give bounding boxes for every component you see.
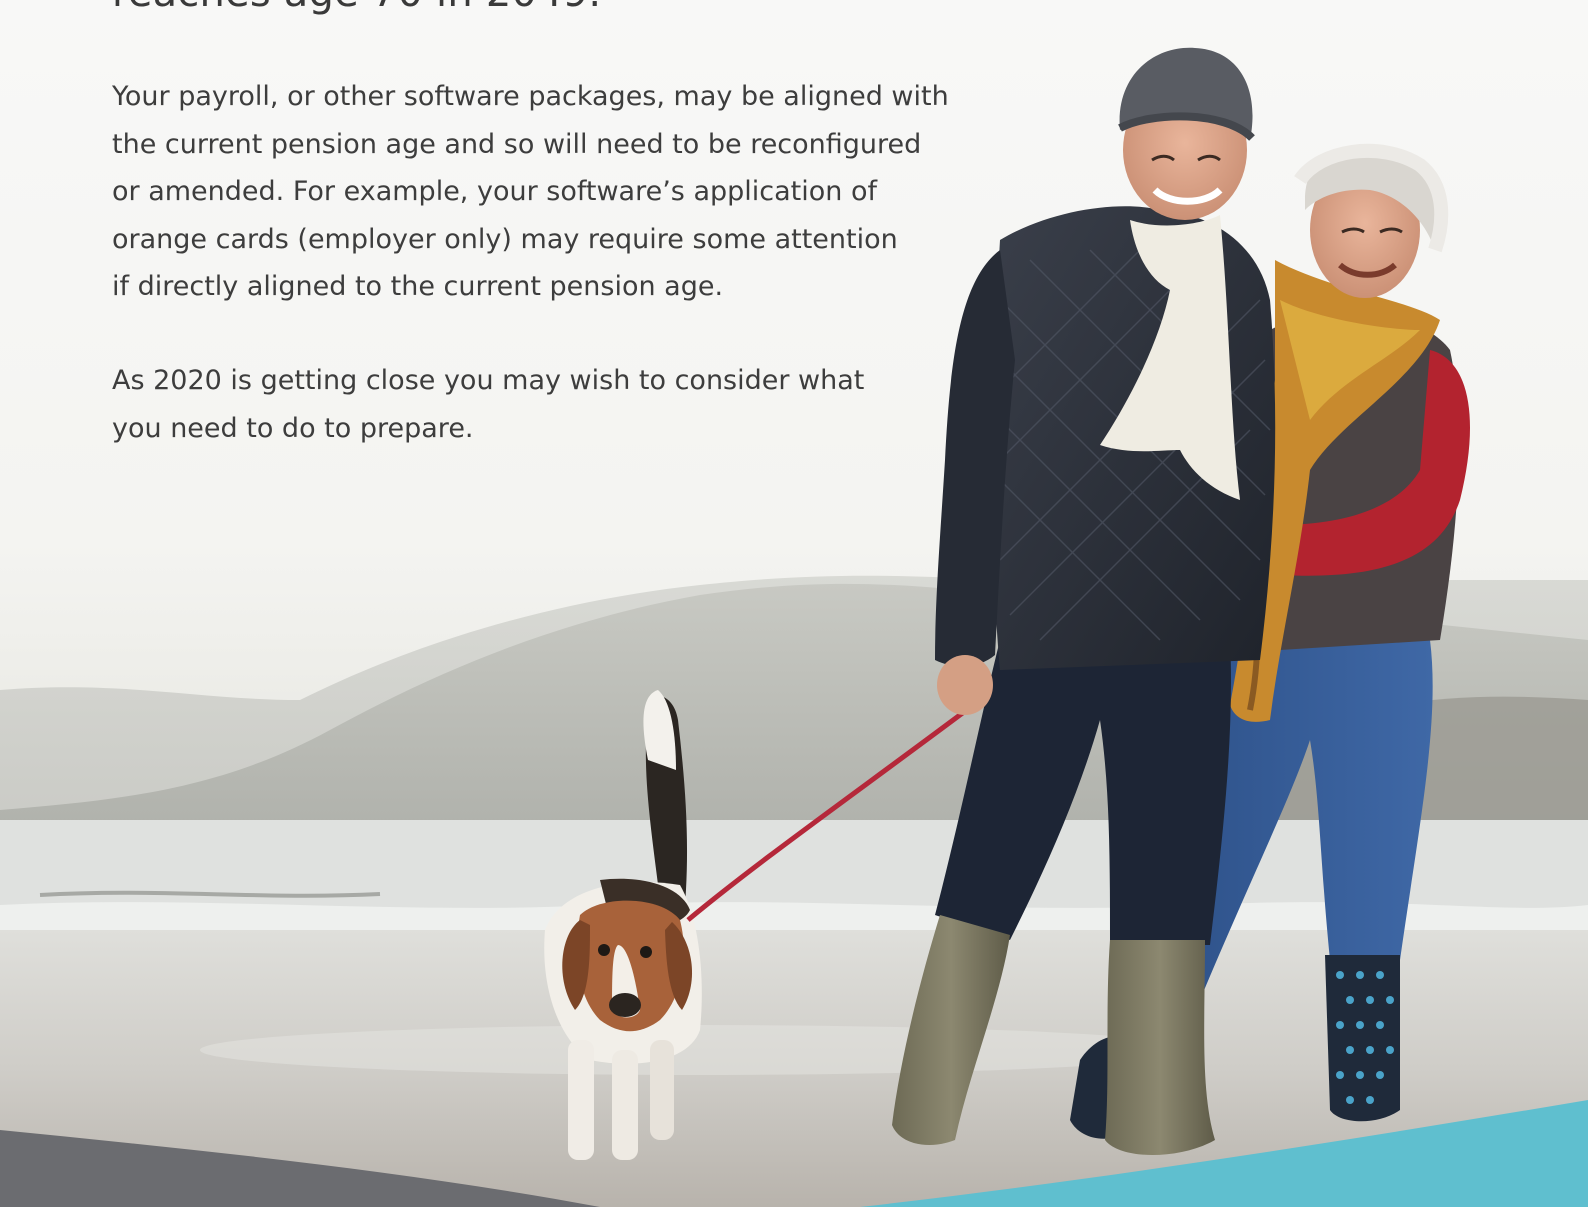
paragraph-line: orange cards (employer only) may require… <box>112 223 898 255</box>
document-page: reaches age 70 in 2049. Your payroll, or… <box>0 0 1588 1207</box>
heading-fragment: reaches age 70 in 2049. <box>112 0 601 16</box>
paragraph-line: Your payroll, or other software packages… <box>112 81 949 112</box>
paragraph-line: As 2020 is getting close you may wish to… <box>112 365 865 396</box>
paragraph-line: or amended. For example, your software’s… <box>112 176 877 207</box>
paragraph-line: the current pension age and so will need… <box>112 128 922 160</box>
paragraph-software-alignment: Your payroll, or other software packages… <box>112 73 992 311</box>
paragraph-line: you need to do to prepare. <box>112 412 474 444</box>
paragraph-line: if directly aligned to the current pensi… <box>112 271 724 302</box>
paragraph-prepare: As 2020 is getting close you may wish to… <box>112 357 992 452</box>
